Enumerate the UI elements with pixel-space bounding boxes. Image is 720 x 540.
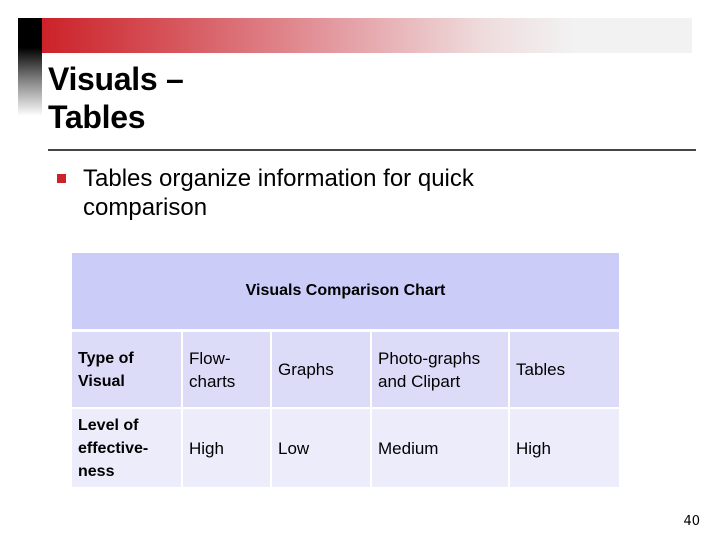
- slide-title-line-2: Tables: [48, 99, 146, 135]
- slide-title: Visuals – Tables: [48, 60, 184, 136]
- row-label-level-of-effectiveness: Level of effective-ness: [72, 409, 181, 487]
- title-underline-rule: [48, 149, 696, 151]
- square-bullet-icon: [57, 174, 66, 183]
- page-number: 40: [683, 514, 700, 529]
- title-gradient-band: [42, 18, 692, 53]
- table-header: Visuals Comparison Chart: [72, 253, 619, 329]
- table-cell: Low: [272, 409, 370, 487]
- table-cell: Tables: [510, 332, 619, 407]
- bullet-text: Tables organize information for quick co…: [83, 165, 474, 221]
- table-cell: High: [510, 409, 619, 487]
- table-cell: Medium: [372, 409, 508, 487]
- table-cell: High: [183, 409, 270, 487]
- slide-title-line-1: Visuals –: [48, 61, 184, 97]
- table-cell: Flow-charts: [183, 332, 270, 407]
- table-cell: Photo-graphs and Clipart: [372, 332, 508, 407]
- table-row: Type of Visual Flow-charts Graphs Photo-…: [72, 332, 619, 407]
- title-side-bar-decoration: [18, 18, 42, 116]
- row-label-type-of-visual: Type of Visual: [72, 332, 181, 407]
- table-row: Level of effective-ness High Low Medium …: [72, 409, 619, 487]
- table-cell: Graphs: [272, 332, 370, 407]
